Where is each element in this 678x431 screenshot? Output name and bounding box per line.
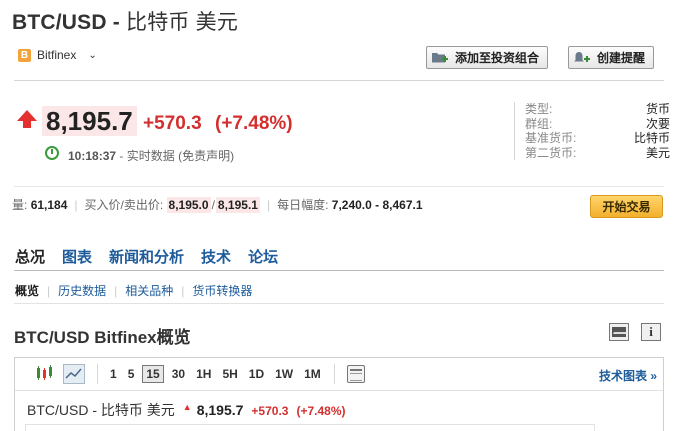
bid-value: 8,195.0 [166,196,211,213]
price-change-percent: (+7.48%) [215,113,293,134]
candlestick-icon[interactable] [33,364,55,384]
info-row-type: 类型: 货币 [525,102,670,117]
info-key: 群组: [525,116,553,131]
interval-30[interactable]: 30 [172,367,185,381]
folder-add-icon [431,50,449,65]
chart-quote-line: BTC/USD - 比特币 美元 ▲ 8,195.7 +570.3 (+7.48… [27,400,346,420]
separator: | [47,283,51,298]
info-icon[interactable]: i [641,323,661,341]
bidask-slash: / [211,197,215,212]
subtab-converter[interactable]: 货币转换器 [192,282,252,299]
create-alert-button[interactable]: 创建提醒 [568,46,655,69]
add-to-portfolio-label: 添加至投资组合 [455,51,540,65]
quote-time: 10:18:37 [68,149,117,163]
price-up-arrow-stem [23,120,31,128]
stats-bar: 量: 61,184 | 买入价/卖出价: 8,195.0/8,195.1 | 每… [12,196,423,213]
interval-15[interactable]: 15 [142,365,164,383]
info-row-group: 群组: 次要 [525,117,670,132]
tab-forum[interactable]: 论坛 [248,246,278,267]
exchange-selector[interactable]: B Bitfinex ⌄ [18,48,97,62]
separator: | [181,283,185,298]
info-row-base: 基准货币: 比特币 [525,131,670,146]
calendar-icon[interactable] [346,365,365,383]
technical-chart-link[interactable]: 技术图表 » [599,367,657,384]
price-change: +570.3 [143,113,202,134]
info-value: 次要 [645,116,670,131]
volume-value: 61,184 [30,197,68,212]
main-tabs: 总况 图表 新闻和分析 技术 论坛 [15,246,295,267]
chart-quote-label: BTC/USD - 比特币 美元 [27,402,175,418]
interval-1m[interactable]: 1M [304,367,321,381]
email-icon[interactable] [609,323,629,341]
create-alert-label: 创建提醒 [597,51,646,65]
realtime-label: - 实时数据 [119,149,175,163]
volume-label: 量: [12,198,28,212]
tab-chart[interactable]: 图表 [62,246,92,267]
info-key: 类型: [525,102,553,116]
last-price: 8,195.7 [42,106,137,136]
add-to-portfolio-button[interactable]: 添加至投资组合 [426,46,549,69]
toolbar-separator [97,364,98,384]
tab-overview[interactable]: 总况 [15,246,45,267]
page-title: BTC/USD - 比特币 美元 [12,6,238,36]
sub-tabs: 概览 | 历史数据 | 相关品种 | 货币转换器 [15,282,252,299]
range-value: 7,240.0 - 8,467.1 [331,197,423,212]
tab-news[interactable]: 新闻和分析 [109,246,184,267]
interval-1h[interactable]: 1H [196,367,211,381]
tabs-divider [14,270,664,271]
info-key: 第二货币: [525,145,577,160]
interval-5[interactable]: 5 [128,367,135,381]
chart-panel: 1 5 15 30 1H 5H 1D 1W 1M 技术图表 » BTC/USD … [14,357,664,431]
separator: | [266,197,271,212]
title-name: 比特币 美元 [126,11,239,34]
chevron-down-icon: ⌄ [88,49,97,61]
chart-quote-change-pct: (+7.48%) [296,404,346,418]
tab-technical[interactable]: 技术 [201,246,231,267]
info-value: 货币 [645,102,670,116]
interval-5h[interactable]: 5H [222,367,237,381]
separator: | [114,283,118,298]
clock-icon [45,146,59,160]
quote-time-line: 10:18:37 - 实时数据 (免责声明) [68,147,234,164]
interval-1d[interactable]: 1D [249,367,264,381]
separator: | [74,197,78,212]
subtab-overview[interactable]: 概览 [15,282,39,299]
info-value: 美元 [645,145,670,160]
interval-1[interactable]: 1 [110,367,117,381]
info-value: 比特币 [633,131,670,145]
chart-quote-change: +570.3 [251,404,289,418]
header-divider [14,80,664,81]
disclaimer-link[interactable]: 免责声明 [182,149,230,163]
bitcoin-icon: B [18,48,31,62]
subtabs-divider [14,303,664,304]
toolbar-divider [15,390,663,391]
stats-divider [14,186,664,187]
line-chart-icon[interactable] [63,364,85,384]
subtab-related[interactable]: 相关品种 [125,282,173,299]
bell-add-icon [573,50,591,65]
instrument-info: 类型: 货币 群组: 次要 基准货币: 比特币 第二货币: 美元 [514,102,670,160]
exchange-name: Bitfinex [37,48,77,62]
interval-1w[interactable]: 1W [275,367,293,381]
info-key: 基准货币: [525,131,577,145]
start-trading-button[interactable]: 开始交易 [590,195,663,218]
toolbar-separator [333,364,335,384]
ask-value: 8,195.1 [215,196,260,213]
chart-up-arrow-icon: ▲ [182,402,192,412]
subtab-history[interactable]: 历史数据 [58,282,106,299]
info-row-second: 第二货币: 美元 [525,146,670,161]
chart-canvas[interactable] [25,424,595,431]
title-code: BTC/USD - [12,11,120,34]
bidask-label: 买入价/卖出价: [84,198,164,212]
chart-toolbar: 1 5 15 30 1H 5H 1D 1W 1M 技术图表 » [15,358,663,390]
paren-close: ) [230,149,235,163]
section-title: BTC/USD Bitfinex概览 [14,328,191,347]
range-label: 每日幅度: [277,198,329,212]
chart-quote-price: 8,195.7 [196,402,244,418]
